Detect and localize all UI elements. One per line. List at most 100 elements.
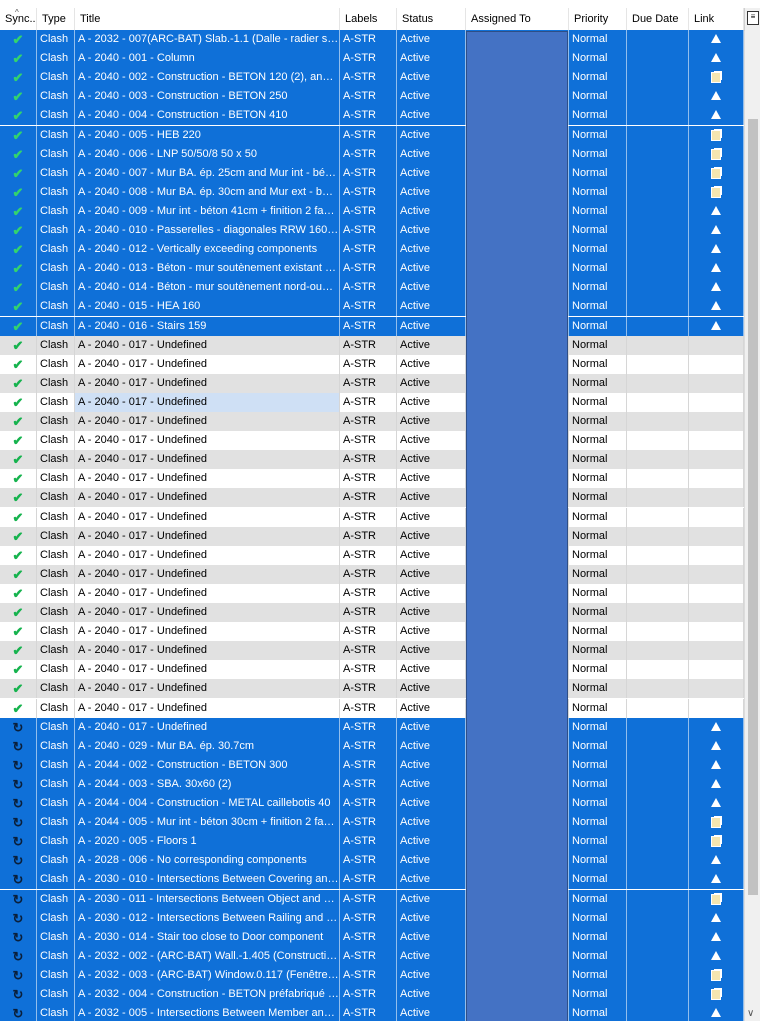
table-row[interactable]: ↻ Clash A - 2032 - 004 - Construction - BE… — [0, 985, 744, 1004]
table-row[interactable]: ✔ Clash A - 2040 - 017 - Undefined A-STR Act… — [0, 431, 744, 450]
link-triangle-icon[interactable] — [711, 854, 721, 864]
link-documents-icon[interactable] — [711, 71, 721, 83]
table-row[interactable]: ✔ Clash A - 2040 - 002 - Construction - BE… — [0, 68, 744, 87]
column-header-labels[interactable]: Labels — [340, 8, 397, 31]
column-chooser-button[interactable]: ≡ — [744, 8, 760, 31]
column-header-link[interactable]: Link — [689, 8, 744, 31]
table-row[interactable]: ✔ Clash A - 2040 - 017 - Undefined A-STR Act… — [0, 622, 744, 641]
table-row[interactable]: ↻ Clash A - 2020 - 005 - Floors 1 A-STR Acti… — [0, 832, 744, 851]
link-triangle-icon[interactable] — [711, 243, 721, 253]
table-row[interactable]: ↻ Clash A - 2044 - 002 - Construction - BE… — [0, 756, 744, 775]
table-row[interactable]: ↻ Clash A - 2030 - 014 - Stair too close t… — [0, 928, 744, 947]
table-row[interactable]: ✔ Clash A - 2040 - 004 - Construction - BE… — [0, 106, 744, 125]
table-row[interactable]: ✔ Clash A - 2040 - 017 - Undefined A-STR Act… — [0, 508, 744, 527]
table-row[interactable]: ✔ Clash A - 2040 - 017 - Undefined A-STR Act… — [0, 699, 744, 718]
table-row[interactable]: ↻ Clash A - 2030 - 011 - Intersections Bet… — [0, 890, 744, 909]
table-row[interactable]: ✔ Clash A - 2040 - 003 - Construction - BE… — [0, 87, 744, 106]
table-row[interactable]: ✔ Clash A - 2040 - 001 - Column A-STR Active… — [0, 49, 744, 68]
link-triangle-icon[interactable] — [711, 740, 721, 750]
link-triangle-icon[interactable] — [711, 300, 721, 310]
link-triangle-icon[interactable] — [711, 950, 721, 960]
table-row[interactable]: ✔ Clash A - 2040 - 009 - Mur int - béton 4… — [0, 202, 744, 221]
table-row[interactable]: ✔ Clash A - 2040 - 017 - Undefined A-STR Act… — [0, 450, 744, 469]
table-row[interactable]: ✔ Clash A - 2040 - 017 - Undefined A-STR Act… — [0, 488, 744, 507]
link-documents-icon[interactable] — [711, 835, 721, 847]
column-header-type[interactable]: Type — [37, 8, 75, 31]
link-documents-icon[interactable] — [711, 969, 721, 981]
link-triangle-icon[interactable] — [711, 281, 721, 291]
link-triangle-icon[interactable] — [711, 109, 721, 119]
column-header-title[interactable]: Title — [75, 8, 340, 31]
link-documents-icon[interactable] — [711, 893, 721, 905]
column-header-sync[interactable]: ^ Sync... — [0, 8, 37, 31]
link-triangle-icon[interactable] — [711, 33, 721, 43]
table-row[interactable]: ✔ Clash A - 2040 - 017 - Undefined A-STR Act… — [0, 546, 744, 565]
table-row[interactable]: ↻ Clash A - 2044 - 004 - Construction - ME… — [0, 794, 744, 813]
column-header-due-date[interactable]: Due Date — [627, 8, 689, 31]
link-triangle-icon[interactable] — [711, 262, 721, 272]
link-cell — [689, 183, 744, 202]
link-triangle-icon[interactable] — [711, 721, 721, 731]
link-triangle-icon[interactable] — [711, 759, 721, 769]
link-triangle-icon[interactable] — [711, 873, 721, 883]
table-row[interactable]: ↻ Clash A - 2030 - 012 - Intersections Bet… — [0, 909, 744, 928]
table-row[interactable]: ✔ Clash A - 2040 - 008 - Mur BA. ép. 30cm … — [0, 183, 744, 202]
table-row[interactable]: ✔ Clash A - 2032 - 007(ARC-BAT) Slab.-1.1 … — [0, 30, 744, 49]
link-triangle-icon[interactable] — [711, 912, 721, 922]
table-row[interactable]: ✔ Clash A - 2040 - 015 - HEA 160 A-STR Activ… — [0, 297, 744, 316]
table-row[interactable]: ↻ Clash A - 2044 - 003 - SBA. 30x60 (2) A-S… — [0, 775, 744, 794]
link-documents-icon[interactable] — [711, 186, 721, 198]
table-row[interactable]: ✔ Clash A - 2040 - 017 - Undefined A-STR Act… — [0, 412, 744, 431]
table-row[interactable]: ✔ Clash A - 2040 - 017 - Undefined A-STR Act… — [0, 565, 744, 584]
table-row[interactable]: ✔ Clash A - 2040 - 016 - Stairs 159 A-STR Ac… — [0, 317, 744, 336]
table-row[interactable]: ✔ Clash A - 2040 - 013 - Béton - mur soutè… — [0, 259, 744, 278]
table-row[interactable]: ✔ Clash A - 2040 - 014 - Béton - mur soutè… — [0, 278, 744, 297]
table-row[interactable]: ✔ Clash A - 2040 - 005 - HEB 220 A-STR Activ… — [0, 126, 744, 145]
vertical-scrollbar[interactable]: ∨ — [744, 31, 760, 1021]
column-header-assigned-to[interactable]: Assigned To — [466, 8, 569, 31]
link-documents-icon[interactable] — [711, 148, 721, 160]
link-triangle-icon[interactable] — [711, 90, 721, 100]
table-row[interactable]: ↻ Clash A - 2040 - 017 - Undefined A-STR Act… — [0, 718, 744, 737]
table-row[interactable]: ✔ Clash A - 2040 - 017 - Undefined A-STR Act… — [0, 336, 744, 355]
link-triangle-icon[interactable] — [711, 205, 721, 215]
table-row[interactable]: ✔ Clash A - 2040 - 017 - Undefined A-STR Act… — [0, 603, 744, 622]
link-triangle-icon[interactable] — [711, 797, 721, 807]
table-row[interactable]: ↻ Clash A - 2044 - 005 - Mur int - béton 3… — [0, 813, 744, 832]
table-row[interactable]: ✔ Clash A - 2040 - 017 - Undefined A-STR Act… — [0, 393, 744, 412]
link-triangle-icon[interactable] — [711, 778, 721, 788]
link-documents-icon[interactable] — [711, 129, 721, 141]
link-triangle-icon[interactable] — [711, 224, 721, 234]
table-row[interactable]: ✔ Clash A - 2040 - 017 - Undefined A-STR Act… — [0, 527, 744, 546]
column-header-priority[interactable]: Priority — [569, 8, 627, 31]
scroll-down-icon[interactable]: ∨ — [747, 1008, 754, 1019]
table-row[interactable]: ↻ Clash A - 2030 - 010 - Intersections Bet… — [0, 870, 744, 889]
table-row[interactable]: ✔ Clash A - 2040 - 017 - Undefined A-STR Act… — [0, 374, 744, 393]
table-row[interactable]: ↻ Clash A - 2040 - 029 - Mur BA. ép. 30.7c… — [0, 737, 744, 756]
link-triangle-icon[interactable] — [711, 1007, 721, 1017]
table-row[interactable]: ↻ Clash A - 2028 - 006 - No corresponding … — [0, 851, 744, 870]
status-cell: Active — [397, 126, 466, 145]
table-row[interactable]: ✔ Clash A - 2040 - 012 - Vertically exceed… — [0, 240, 744, 259]
table-row[interactable]: ↻ Clash A - 2032 - 005 - Intersections Bet… — [0, 1004, 744, 1021]
link-triangle-icon[interactable] — [711, 320, 721, 330]
link-documents-icon[interactable] — [711, 167, 721, 179]
table-row[interactable]: ✔ Clash A - 2040 - 017 - Undefined A-STR Act… — [0, 679, 744, 698]
column-header-status[interactable]: Status — [397, 8, 466, 31]
table-row[interactable]: ✔ Clash A - 2040 - 006 - LNP 50/50/8 50 x … — [0, 145, 744, 164]
link-triangle-icon[interactable] — [711, 52, 721, 62]
table-row[interactable]: ✔ Clash A - 2040 - 017 - Undefined A-STR Act… — [0, 469, 744, 488]
table-row[interactable]: ↻ Clash A - 2032 - 003 - (ARC-BAT) Window.… — [0, 966, 744, 985]
type-cell: Clash — [37, 546, 75, 565]
link-documents-icon[interactable] — [711, 816, 721, 828]
table-row[interactable]: ✔ Clash A - 2040 - 017 - Undefined A-STR Act… — [0, 355, 744, 374]
table-row[interactable]: ✔ Clash A - 2040 - 017 - Undefined A-STR Act… — [0, 660, 744, 679]
link-triangle-icon[interactable] — [711, 931, 721, 941]
table-row[interactable]: ✔ Clash A - 2040 - 017 - Undefined A-STR Act… — [0, 584, 744, 603]
table-row[interactable]: ✔ Clash A - 2040 - 007 - Mur BA. ép. 25cm … — [0, 164, 744, 183]
table-row[interactable]: ✔ Clash A - 2040 - 010 - Passerelles - dia… — [0, 221, 744, 240]
scrollbar-thumb[interactable] — [748, 119, 758, 895]
link-documents-icon[interactable] — [711, 988, 721, 1000]
table-row[interactable]: ✔ Clash A - 2040 - 017 - Undefined A-STR Act… — [0, 641, 744, 660]
table-row[interactable]: ↻ Clash A - 2032 - 002 - (ARC-BAT) Wall.-1… — [0, 947, 744, 966]
